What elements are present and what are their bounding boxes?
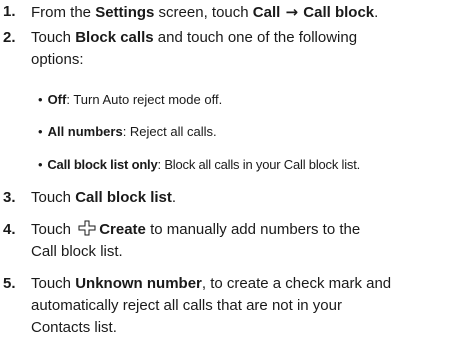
bold-term: Settings [95, 4, 155, 21]
step-line: Touch Block calls and touch one of the f… [31, 27, 451, 49]
create-icon [78, 220, 96, 236]
step-text-run: , to create a check mark and [201, 275, 392, 292]
bullet-term: All numbers [47, 124, 123, 139]
step-text: Touch Create to manually add numbers to … [31, 219, 451, 263]
step-text-run: Contacts list. [31, 319, 117, 336]
step-line: automatically reject all calls that are … [31, 295, 451, 317]
step-text-run: Touch [31, 275, 76, 292]
bold-term: Block calls [75, 29, 154, 46]
bullet-all-numbers: • All numbers: Reject all calls. [38, 123, 217, 141]
step-text-run: Call block list. [31, 243, 123, 260]
bullet-term: Off [47, 92, 67, 107]
step-line: options: [31, 49, 451, 71]
step-text-run: Touch [31, 221, 76, 238]
step-line: Touch Call block list. [31, 187, 451, 209]
step-line: Touch Unknown number, to create a check … [31, 273, 451, 295]
bullet-icon: • [38, 92, 43, 107]
bold-term: Create [99, 221, 146, 238]
step-line: Call block list. [31, 241, 451, 263]
step-text-run: Touch [31, 189, 76, 206]
step-text-run: to manually add numbers to the [145, 221, 361, 238]
step-text-run: Touch [31, 29, 76, 46]
bullet-description: : Turn Auto reject mode off. [66, 92, 223, 107]
step-text-run: . [171, 189, 177, 206]
step-number: 1. [3, 3, 16, 20]
bullet-icon: • [38, 157, 43, 172]
step-text: From the Settings screen, touch Call → C… [31, 1, 451, 23]
step-number: 4. [3, 221, 16, 238]
step-line: From the Settings screen, touch Call → C… [31, 1, 451, 23]
bold-term: → [280, 3, 304, 21]
bold-term: Call block list [75, 189, 172, 206]
step-number: 3. [3, 189, 16, 206]
step-line: Contacts list. [31, 317, 451, 339]
step-text: Touch Block calls and touch one of the f… [31, 27, 451, 71]
bullet-icon: • [38, 124, 43, 139]
step-text-run: . [374, 4, 379, 21]
step-text-run: From the [31, 4, 96, 21]
step-text-run: options: [31, 51, 84, 68]
step-number: 2. [3, 29, 16, 46]
step-number: 5. [3, 275, 16, 292]
bullet-term: Call block list only [47, 157, 158, 172]
step-text: Touch Call block list. [31, 187, 451, 209]
step-line: Touch Create to manually add numbers to … [31, 219, 451, 241]
bold-term: Call block [303, 4, 375, 21]
step-text: Touch Unknown number, to create a check … [31, 273, 451, 339]
bullet-description: : Block all calls in your Call block lis… [157, 157, 361, 172]
bullet-call-block-list-only: • Call block list only: Block all calls i… [38, 156, 360, 174]
bullet-off: • Off: Turn Auto reject mode off. [38, 91, 222, 109]
bold-term: Unknown number [75, 275, 202, 292]
step-text-run: automatically reject all calls that are … [31, 297, 342, 314]
bullet-description: : Reject all calls. [122, 124, 217, 139]
step-text-run: and touch one of the following [153, 29, 358, 46]
step-text-run: screen, touch [154, 4, 253, 21]
instructions-document: 1. From the Settings screen, touch Call … [0, 0, 454, 362]
bold-term: Call [252, 4, 281, 21]
